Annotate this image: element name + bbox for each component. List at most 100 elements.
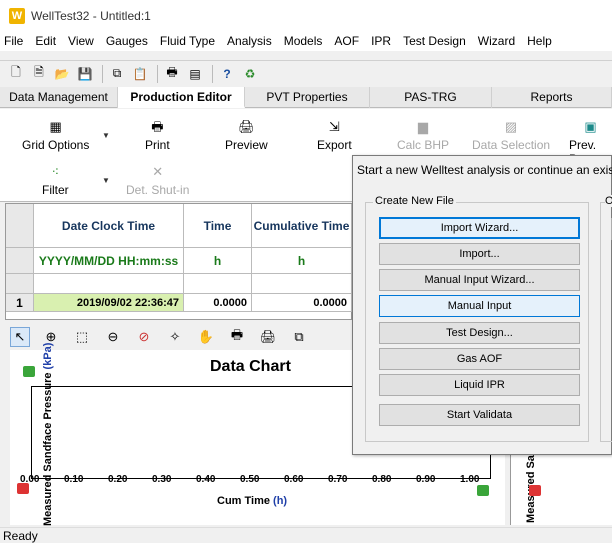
menu-view[interactable]: View: [62, 31, 100, 51]
toolbar-separator: [212, 64, 213, 83]
x-tick-label: 0.30: [152, 474, 172, 485]
filter-button[interactable]: ⁖ Filter: [42, 164, 69, 197]
unit-cell[interactable]: YYYY/MM/DD HH:mm:ss: [34, 248, 184, 274]
lock-closed-icon[interactable]: [529, 485, 541, 496]
grid-options-button[interactable]: ▦ Grid Options: [22, 119, 89, 152]
row-number[interactable]: 1: [6, 294, 34, 312]
tab-pas-trg[interactable]: PAS-TRG: [370, 87, 492, 108]
print-icon[interactable]: 🖶: [162, 64, 182, 84]
calc-bhp-icon: ▆: [418, 119, 428, 134]
paste-icon[interactable]: 📋: [130, 64, 150, 84]
corner-cell: [6, 204, 34, 248]
test-design-button[interactable]: Test Design...: [379, 322, 580, 344]
menu-test-design[interactable]: Test Design: [397, 31, 472, 51]
pointer-icon[interactable]: ↖: [10, 327, 30, 347]
column-header[interactable]: Time: [184, 204, 252, 248]
tab-pvt-properties[interactable]: PVT Properties: [245, 87, 370, 108]
point-edit-icon[interactable]: ✧: [165, 327, 185, 347]
cum-time-cell[interactable]: 0.0000: [252, 294, 352, 312]
export-button[interactable]: ⇲ Export: [317, 119, 352, 152]
import-wizard-button[interactable]: Import Wizard...: [379, 217, 580, 239]
empty-cell[interactable]: [252, 274, 352, 294]
unit-cell[interactable]: h: [184, 248, 252, 274]
column-header[interactable]: Date Clock Time: [34, 204, 184, 248]
lock-open-icon[interactable]: [23, 366, 35, 377]
app-logo-icon: W: [9, 7, 25, 24]
x-tick-label: 0.20: [108, 474, 128, 485]
help-icon[interactable]: ?: [217, 64, 237, 84]
x-tick-label: 0.90: [416, 474, 436, 485]
menu-aof[interactable]: AOF: [328, 31, 365, 51]
x-axis-label-text: Cum Time: [217, 495, 270, 507]
data-grid: Date Clock Time Time Cumulative Time YYY…: [5, 203, 352, 320]
chevron-down-icon[interactable]: ▼: [102, 176, 110, 185]
status-bar: Ready: [0, 527, 612, 543]
menu-help[interactable]: Help: [521, 31, 558, 51]
data-selection-icon: ▨: [504, 119, 518, 134]
tab-production-editor[interactable]: Production Editor: [118, 87, 245, 108]
new-file-icon[interactable]: 🗋: [6, 64, 26, 84]
manual-input-button[interactable]: Manual Input: [379, 295, 580, 317]
data-selection-button[interactable]: ▨ Data Selection: [472, 119, 550, 152]
print-button[interactable]: 🖶 Print: [145, 119, 170, 152]
chart-print-icon[interactable]: 🖶: [227, 327, 247, 347]
x-tick-label: 0.00: [20, 474, 40, 485]
column-header[interactable]: Cumulative Time: [252, 204, 352, 248]
export-label: Export: [317, 138, 352, 152]
zoom-box-icon[interactable]: ⬚: [72, 327, 92, 347]
tab-strip: Data Management Production Editor PVT Pr…: [0, 87, 612, 108]
menu-analysis[interactable]: Analysis: [221, 31, 278, 51]
time-cell[interactable]: 0.0000: [184, 294, 252, 312]
filter-icon: ⁖: [51, 164, 60, 179]
menu-edit[interactable]: Edit: [29, 31, 62, 51]
zoom-out-icon[interactable]: ⊖: [103, 327, 123, 347]
open-file-group: O: [600, 195, 612, 442]
zoom-reset-icon[interactable]: ⊘: [134, 327, 154, 347]
manual-input-wizard-button[interactable]: Manual Input Wizard...: [379, 269, 580, 291]
chart-toolbar: ↖ ⊕ ⬚ ⊖ ⊘ ✧ ✋ 🖶 🖨 ⧉: [10, 326, 355, 348]
title-bar: W WellTest32 - Untitled:1: [0, 0, 612, 31]
empty-cell[interactable]: [34, 274, 184, 294]
det-shutin-label: Det. Shut-in: [126, 183, 190, 197]
x-tick-label: 1.00: [460, 474, 480, 485]
tab-data-management[interactable]: Data Management: [0, 87, 118, 108]
chart-preview-icon[interactable]: 🖨: [258, 327, 278, 347]
chevron-down-icon[interactable]: ▼: [102, 131, 110, 140]
toolbar-separator: [157, 64, 158, 83]
liquid-ipr-button[interactable]: Liquid IPR: [379, 374, 580, 396]
export-icon: ⇲: [328, 119, 340, 134]
menu-fluid-type[interactable]: Fluid Type: [154, 31, 221, 51]
report-icon[interactable]: ▤: [185, 64, 205, 84]
gas-aof-button[interactable]: Gas AOF: [379, 348, 580, 370]
open-folder-icon[interactable]: 📂: [52, 64, 72, 84]
grid-icon: ▦: [49, 119, 62, 134]
start-validata-button[interactable]: Start Validata: [379, 404, 580, 426]
grid-options-label: Grid Options: [22, 138, 90, 152]
copy-icon[interactable]: ⧉: [107, 64, 127, 84]
menu-file[interactable]: File: [0, 31, 29, 51]
pan-hand-icon[interactable]: ✋: [196, 327, 216, 347]
import-button[interactable]: Import...: [379, 243, 580, 265]
date-cell[interactable]: 2019/09/02 22:36:47: [34, 294, 184, 312]
unit-cell[interactable]: h: [252, 248, 352, 274]
menu-bar: File Edit View Gauges Fluid Type Analysi…: [0, 31, 612, 51]
start-dialog: Start a new Welltest analysis or continu…: [352, 155, 612, 455]
x-axis-unit: (h): [273, 495, 288, 507]
menu-models[interactable]: Models: [278, 31, 329, 51]
lock-open-icon[interactable]: [477, 485, 489, 496]
preview-button[interactable]: 🖨 Preview: [225, 119, 268, 152]
chart-copy-icon[interactable]: ⧉: [289, 327, 309, 347]
tab-reports[interactable]: Reports: [492, 87, 612, 108]
status-text: Ready: [3, 529, 38, 543]
main-toolbar: 🗋 🗎 📂 💾 ⧉ 📋 🖶 ▤ ? ♻: [0, 60, 612, 86]
dialog-message: Start a new Welltest analysis or continu…: [357, 163, 612, 177]
menu-gauges[interactable]: Gauges: [100, 31, 154, 51]
menu-wizard[interactable]: Wizard: [472, 31, 521, 51]
recycle-icon[interactable]: ♻: [240, 64, 260, 84]
menu-ipr[interactable]: IPR: [365, 31, 397, 51]
empty-cell[interactable]: [184, 274, 252, 294]
det-shutin-button[interactable]: ✕ Det. Shut-in: [126, 164, 189, 197]
calc-bhp-button[interactable]: ▆ Calc BHP: [397, 119, 449, 152]
save-icon[interactable]: 💾: [75, 64, 95, 84]
new-document-icon[interactable]: 🗎: [29, 64, 49, 84]
